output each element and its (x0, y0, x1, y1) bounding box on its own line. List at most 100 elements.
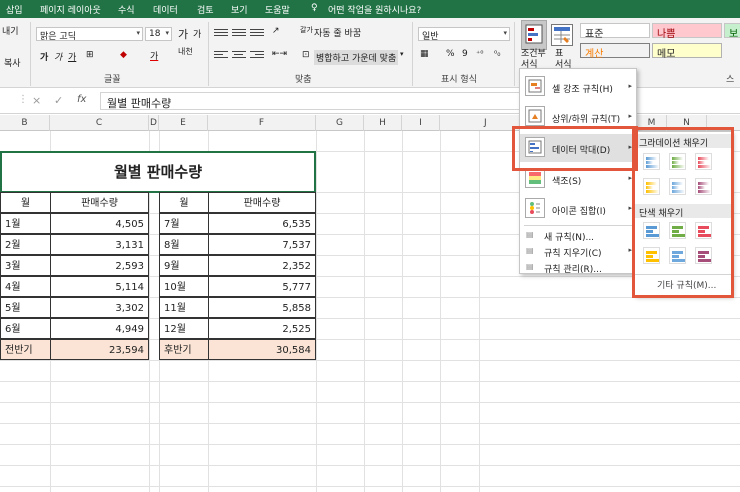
table-cell[interactable]: 4,949 (50, 318, 149, 339)
tab-help[interactable]: 도움말 (265, 3, 290, 16)
table-cell[interactable]: 7,537 (208, 234, 316, 255)
tab-page-layout[interactable]: 페이지 레이아웃 (40, 3, 101, 16)
align-bottom-icon[interactable] (250, 29, 264, 40)
table-cell[interactable]: 5,777 (208, 276, 316, 297)
table-row[interactable]: 2월 (0, 234, 51, 255)
wrap-text-button[interactable]: 자동 줄 바꿈 (314, 26, 361, 39)
style-bad[interactable]: 나쁨 (652, 23, 722, 40)
insert-short-label[interactable]: 내기 (2, 24, 19, 37)
merge-center-button[interactable]: 병합하고 가운데 맞춤 (314, 50, 399, 65)
more-icon[interactable]: ⋮ (18, 94, 28, 105)
table-cell[interactable]: 5,858 (208, 297, 316, 318)
left-header-qty[interactable]: 판매수량 (50, 192, 149, 213)
format-as-table-icon[interactable] (551, 24, 573, 46)
style-calculation[interactable]: 계산 (580, 43, 650, 60)
indent-icon[interactable]: ⇤⇥ (272, 49, 287, 59)
column-header-e[interactable]: E (159, 115, 208, 131)
column-header-m[interactable]: M (637, 115, 667, 131)
tab-view[interactable]: 보기 (231, 3, 248, 16)
percent-button[interactable]: % (446, 49, 455, 59)
tell-me-search[interactable]: 어떤 작업을 원하시나요? (328, 3, 421, 16)
table-cell[interactable]: 2,593 (50, 255, 149, 276)
menu-item-top-bottom-rules[interactable]: 상위/하위 규칙(T) ▸ (520, 104, 636, 130)
table-row[interactable]: 10월 (159, 276, 209, 297)
gradient-data-bar-swatch[interactable] (695, 178, 712, 195)
menu-item-manage-rules[interactable]: ▤ 규칙 관리(R)... (520, 261, 636, 275)
decrease-decimal-icon[interactable]: ⁰₀ (494, 49, 500, 58)
gradient-data-bar-swatch[interactable] (669, 178, 686, 195)
solid-data-bar-swatch[interactable] (695, 222, 712, 239)
table-cell[interactable]: 2,525 (208, 318, 316, 339)
style-memo[interactable]: 메모 (652, 43, 722, 60)
chevron-down-icon[interactable]: ▾ (400, 50, 404, 58)
table-row[interactable]: 5월 (0, 297, 51, 318)
column-header-g[interactable]: G (316, 115, 364, 131)
table-row[interactable]: 4월 (0, 276, 51, 297)
formula-input[interactable]: 월별 판매수량 (100, 92, 520, 110)
total-label[interactable]: 후반기 (159, 339, 209, 360)
right-header-qty[interactable]: 판매수량 (208, 192, 316, 213)
conditional-format-icon[interactable] (521, 20, 547, 50)
border-icon[interactable]: ⊞ (86, 50, 94, 60)
table-row[interactable]: 7월 (159, 213, 209, 234)
number-format-select[interactable]: 일반 ▾ (418, 27, 510, 41)
menu-item-clear-rules[interactable]: ▤ 규칙 지우기(C) ▸ (520, 245, 636, 259)
column-header-c[interactable]: C (50, 115, 149, 131)
left-header-month[interactable]: 월 (0, 192, 51, 213)
menu-item-icon-sets[interactable]: 아이콘 집합(I) ▸ (520, 196, 636, 222)
column-header-j[interactable]: J (440, 115, 520, 131)
solid-data-bar-swatch[interactable] (643, 247, 660, 264)
orientation-icon[interactable]: ↗ (272, 26, 280, 36)
total-value[interactable]: 30,584 (208, 339, 316, 360)
menu-item-color-scales[interactable]: 색조(S) ▸ (520, 166, 636, 192)
gradient-data-bar-swatch[interactable] (643, 153, 660, 170)
column-header-d[interactable]: D (149, 115, 159, 131)
currency-icon[interactable]: ▦ (420, 49, 429, 59)
menu-item-highlight-rules[interactable]: 셀 강조 규칙(H) ▸ (520, 74, 636, 100)
table-row[interactable]: 3월 (0, 255, 51, 276)
total-label[interactable]: 전반기 (0, 339, 51, 360)
font-color-button[interactable]: 가 (150, 49, 158, 62)
menu-item-data-bars[interactable]: 데이터 막대(D) ▸ (520, 134, 636, 162)
align-center-icon[interactable] (232, 51, 246, 62)
gradient-data-bar-swatch[interactable] (643, 178, 660, 195)
column-header-i[interactable]: I (402, 115, 440, 131)
grow-font-button[interactable]: 가 (178, 26, 188, 42)
table-row[interactable]: 11월 (159, 297, 209, 318)
bold-button[interactable]: 가 (40, 50, 48, 63)
underline-button[interactable]: 가 (68, 50, 76, 63)
more-rules-link[interactable]: 기타 규칙(M)... (657, 278, 716, 291)
table-cell[interactable]: 2,352 (208, 255, 316, 276)
shrink-font-button[interactable]: 가 (193, 27, 201, 40)
tab-formulas[interactable]: 수식 (118, 3, 135, 16)
solid-data-bar-swatch[interactable] (669, 222, 686, 239)
right-header-month[interactable]: 월 (159, 192, 209, 213)
style-normal[interactable]: 표준 (580, 23, 650, 40)
sheet-title-cell[interactable]: 월별 판매수량 (0, 151, 316, 193)
column-header-h[interactable]: H (364, 115, 402, 131)
italic-button[interactable]: 가 (54, 50, 62, 63)
total-value[interactable]: 23,594 (50, 339, 149, 360)
table-row[interactable]: 9월 (159, 255, 209, 276)
copy-short-label[interactable]: 복사 (4, 56, 21, 69)
insert-function-button[interactable]: fx (77, 94, 86, 105)
table-row[interactable]: 1월 (0, 213, 51, 234)
enter-icon[interactable]: ✓ (54, 94, 63, 107)
column-header-f[interactable]: F (208, 115, 316, 131)
font-size-select[interactable]: 18 ▾ (145, 27, 172, 41)
tab-data[interactable]: 데이터 (153, 3, 178, 16)
align-top-icon[interactable] (214, 29, 228, 40)
table-cell[interactable]: 4,505 (50, 213, 149, 234)
fill-color-icon[interactable]: ◆ (120, 50, 127, 60)
align-middle-icon[interactable] (232, 29, 246, 40)
column-header-b[interactable]: B (0, 115, 50, 131)
table-cell[interactable]: 5,114 (50, 276, 149, 297)
gradient-data-bar-swatch[interactable] (669, 153, 686, 170)
menu-item-new-rule[interactable]: ▤ 새 규칙(N)... (520, 229, 636, 243)
table-cell[interactable]: 3,131 (50, 234, 149, 255)
special-char-button[interactable]: 내천 (178, 47, 196, 56)
table-row[interactable]: 12월 (159, 318, 209, 339)
solid-data-bar-swatch[interactable] (643, 222, 660, 239)
align-left-icon[interactable] (214, 51, 228, 62)
increase-decimal-icon[interactable]: ⁺⁰ (476, 49, 483, 58)
